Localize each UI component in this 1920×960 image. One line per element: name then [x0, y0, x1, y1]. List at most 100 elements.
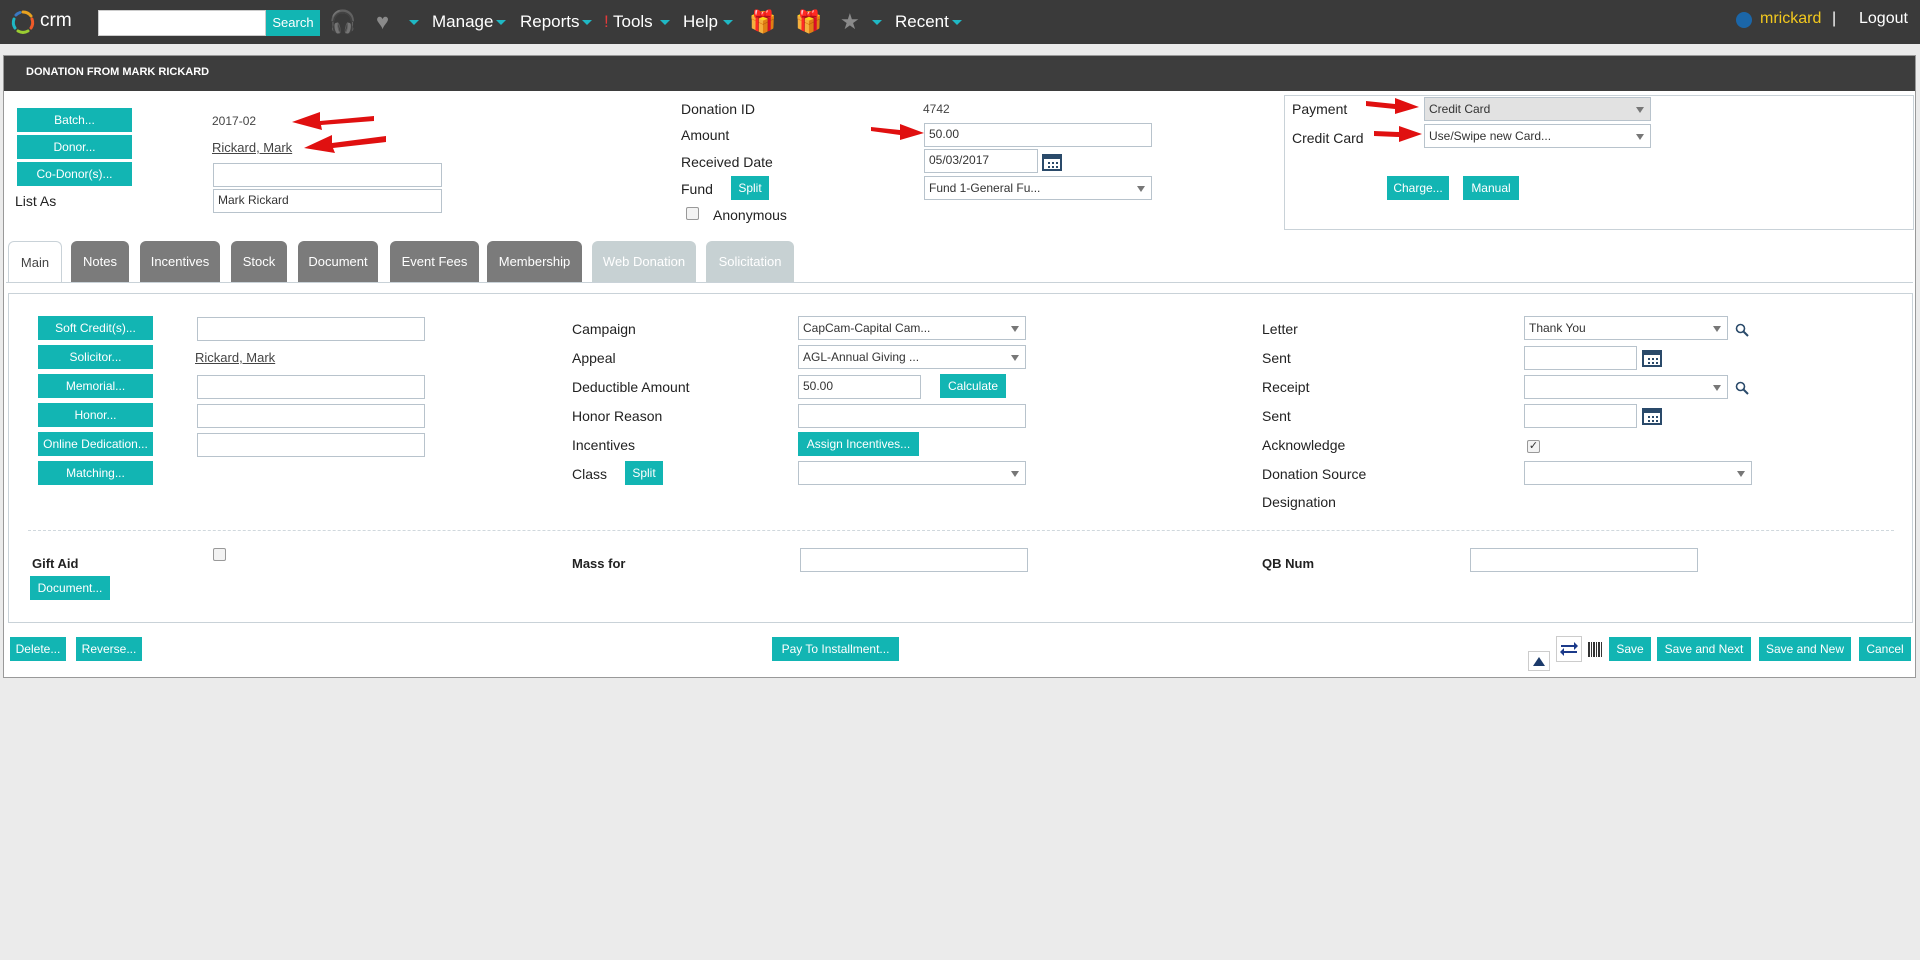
online-dedication-field[interactable]	[197, 433, 425, 457]
donation-source-label: Donation Source	[1262, 466, 1367, 482]
donor-button[interactable]: Donor...	[17, 135, 132, 159]
solicitor-button[interactable]: Solicitor...	[38, 345, 153, 369]
star-icon[interactable]: ★	[840, 11, 860, 33]
logo-text[interactable]: crm	[40, 10, 72, 32]
gift-icon[interactable]: 🎁	[749, 11, 776, 33]
chevron-down-icon[interactable]	[723, 20, 733, 25]
scroll-top-button[interactable]	[1528, 651, 1550, 671]
heart-icon[interactable]: ♥	[376, 11, 389, 33]
honor-reason-label: Honor Reason	[572, 408, 663, 424]
search-icon[interactable]	[1735, 381, 1749, 395]
barcode-icon[interactable]	[1588, 642, 1602, 657]
menu-tools[interactable]: Tools	[613, 12, 653, 32]
assign-incentives-button[interactable]: Assign Incentives...	[798, 432, 919, 456]
calendar-icon[interactable]	[1642, 408, 1662, 425]
chevron-down-icon[interactable]	[496, 20, 506, 25]
menu-recent[interactable]: Recent	[895, 12, 949, 32]
mass-for-field[interactable]	[800, 548, 1028, 572]
tab-stock[interactable]: Stock	[231, 241, 287, 282]
anonymous-checkbox[interactable]	[686, 207, 699, 220]
amount-field[interactable]: 50.00	[924, 123, 1152, 147]
search-icon[interactable]	[1735, 323, 1749, 337]
calculate-button[interactable]: Calculate	[940, 374, 1006, 398]
tab-event-fees[interactable]: Event Fees	[390, 241, 479, 282]
acknowledge-label: Acknowledge	[1262, 437, 1346, 453]
qb-num-field[interactable]	[1470, 548, 1698, 572]
sent-date-field[interactable]	[1524, 346, 1637, 370]
chevron-down-icon[interactable]	[409, 20, 419, 25]
honor-button[interactable]: Honor...	[38, 403, 153, 427]
list-as-field[interactable]: Mark Rickard	[213, 189, 442, 213]
memorial-field[interactable]	[197, 375, 425, 399]
fund-split-button[interactable]: Split	[731, 176, 769, 200]
receipt-select[interactable]	[1524, 375, 1728, 399]
codonor-button[interactable]: Co-Donor(s)...	[17, 162, 132, 186]
sent2-date-field[interactable]	[1524, 404, 1637, 428]
fund-select[interactable]: Fund 1-General Fu...	[924, 176, 1152, 200]
manual-button[interactable]: Manual	[1463, 176, 1519, 200]
letter-select[interactable]: Thank You	[1524, 316, 1728, 340]
menu-help[interactable]: Help	[683, 12, 718, 32]
batch-button[interactable]: Batch...	[17, 108, 132, 132]
solicitor-link[interactable]: Rickard, Mark	[195, 350, 275, 365]
calendar-icon[interactable]	[1642, 350, 1662, 367]
soft-credit-field[interactable]	[197, 317, 425, 341]
chevron-down-icon[interactable]	[660, 20, 670, 25]
matching-button[interactable]: Matching...	[38, 461, 153, 485]
annotation-arrow	[871, 124, 924, 140]
menu-reports[interactable]: Reports	[520, 12, 580, 32]
save-button[interactable]: Save	[1609, 637, 1651, 661]
charge-button[interactable]: Charge...	[1387, 176, 1449, 200]
menu-manage[interactable]: Manage	[432, 12, 493, 32]
honor-reason-field[interactable]	[798, 404, 1026, 428]
pay-to-installment-button[interactable]: Pay To Installment...	[772, 637, 899, 661]
chevron-down-icon[interactable]	[952, 20, 962, 25]
headset-icon[interactable]: 🎧	[329, 11, 356, 33]
anonymous-label: Anonymous	[713, 207, 787, 223]
save-and-next-button[interactable]: Save and Next	[1657, 637, 1751, 661]
codonor-field[interactable]	[213, 163, 442, 187]
tab-document[interactable]: Document	[298, 241, 378, 282]
search-input[interactable]	[98, 10, 266, 36]
campaign-select[interactable]: CapCam-Capital Cam...	[798, 316, 1026, 340]
online-dedication-button[interactable]: Online Dedication...	[38, 432, 153, 456]
tab-main[interactable]: Main	[8, 241, 62, 282]
honor-field[interactable]	[197, 404, 425, 428]
received-date-field[interactable]: 05/03/2017	[924, 149, 1038, 173]
payment-select[interactable]: Credit Card	[1424, 97, 1651, 121]
deductible-field[interactable]: 50.00	[798, 375, 921, 399]
calendar-icon[interactable]	[1042, 154, 1062, 171]
user-name[interactable]: mrickard	[1760, 10, 1821, 28]
search-button[interactable]: Search	[266, 10, 320, 36]
donor-link[interactable]: Rickard, Mark	[212, 140, 292, 155]
credit-card-select[interactable]: Use/Swipe new Card...	[1424, 124, 1651, 148]
gift-aid-checkbox[interactable]	[213, 548, 226, 561]
donation-source-select[interactable]	[1524, 461, 1752, 485]
delete-button[interactable]: Delete...	[10, 637, 66, 661]
appeal-select[interactable]: AGL-Annual Giving ...	[798, 345, 1026, 369]
recurring-button[interactable]	[1556, 636, 1582, 662]
fund-label: Fund	[681, 181, 713, 197]
tab-membership[interactable]: Membership	[487, 241, 582, 282]
logo-icon[interactable]	[10, 9, 36, 35]
chevron-down-icon[interactable]	[872, 20, 882, 25]
class-select[interactable]	[798, 461, 1026, 485]
memorial-button[interactable]: Memorial...	[38, 374, 153, 398]
tab-notes[interactable]: Notes	[71, 241, 129, 282]
chevron-down-icon[interactable]	[582, 20, 592, 25]
class-split-button[interactable]: Split	[625, 461, 663, 485]
document-button[interactable]: Document...	[30, 576, 110, 600]
letter-label: Letter	[1262, 321, 1298, 337]
cancel-button[interactable]: Cancel	[1859, 637, 1911, 661]
tab-incentives[interactable]: Incentives	[140, 241, 220, 282]
panel-title: DONATION FROM MARK RICKARD	[4, 56, 1915, 91]
soft-credit-button[interactable]: Soft Credit(s)...	[38, 316, 153, 340]
acknowledge-checkbox[interactable]: ✓	[1527, 440, 1540, 453]
save-and-new-button[interactable]: Save and New	[1759, 637, 1851, 661]
logout-link[interactable]: Logout	[1859, 10, 1908, 28]
appeal-label: Appeal	[572, 350, 616, 366]
reverse-button[interactable]: Reverse...	[76, 637, 142, 661]
gift-add-icon[interactable]: 🎁	[795, 11, 822, 33]
tab-web-donation[interactable]: Web Donation	[592, 241, 696, 282]
tab-solicitation[interactable]: Solicitation	[706, 241, 794, 282]
